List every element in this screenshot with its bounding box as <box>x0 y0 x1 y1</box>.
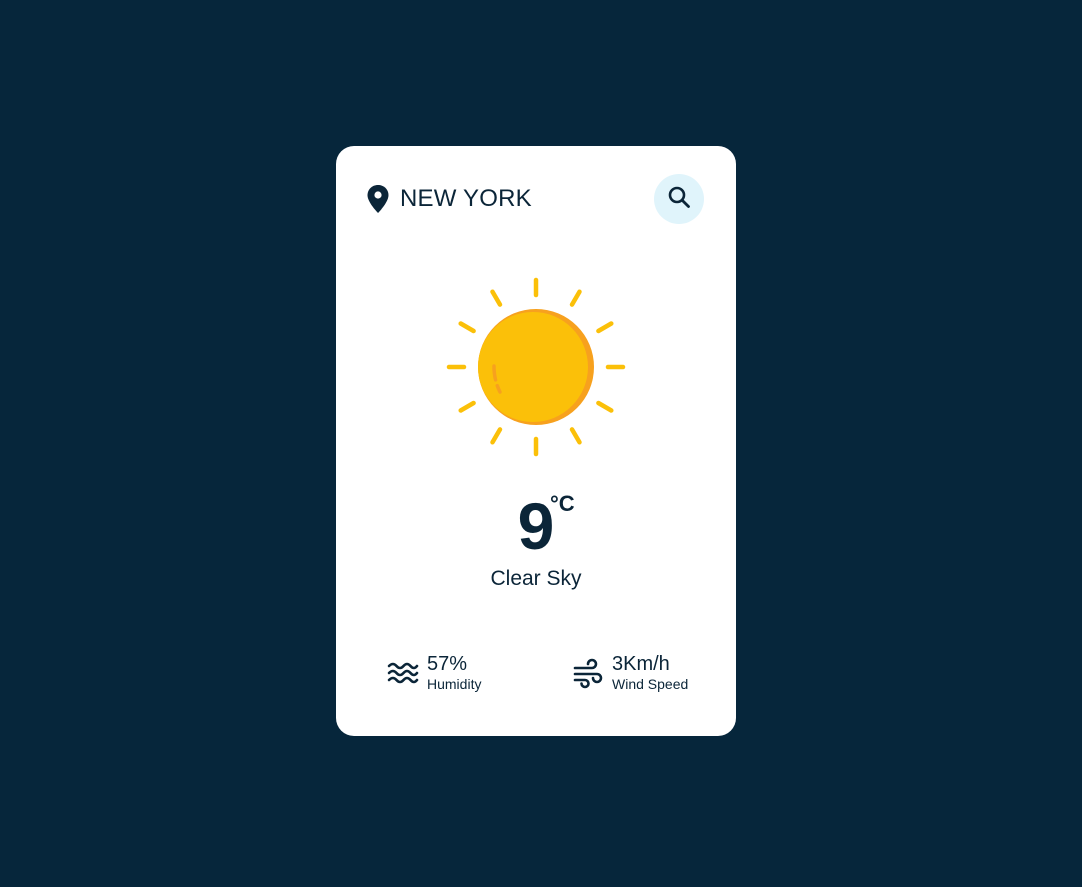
temperature-value: 9 <box>517 489 555 563</box>
wind-speed-label: Wind Speed <box>612 676 689 692</box>
map-pin-icon <box>366 184 390 214</box>
humidity-value: 57% <box>427 653 468 675</box>
temperature-unit: °C <box>550 491 575 516</box>
weather-card: NEW YORK 9 °C Clear Sky 57% Humidity 3Km… <box>336 146 736 736</box>
weather-condition: Clear Sky <box>490 567 582 590</box>
temperature: 9 °C <box>336 491 736 561</box>
city-name: NEW YORK <box>400 185 532 212</box>
humidity-stat: 57% Humidity <box>387 652 481 693</box>
humidity-label: Humidity <box>427 676 482 692</box>
search-button[interactable] <box>654 174 704 224</box>
wind-stat: 3Km/h Wind Speed <box>572 652 688 693</box>
search-icon <box>667 185 691 214</box>
sun-icon <box>446 277 626 457</box>
waves-icon <box>387 657 419 689</box>
wind-speed-value: 3Km/h <box>612 653 670 675</box>
card-header: NEW YORK <box>366 174 704 224</box>
location: NEW YORK <box>366 184 532 214</box>
wind-icon <box>572 657 604 689</box>
